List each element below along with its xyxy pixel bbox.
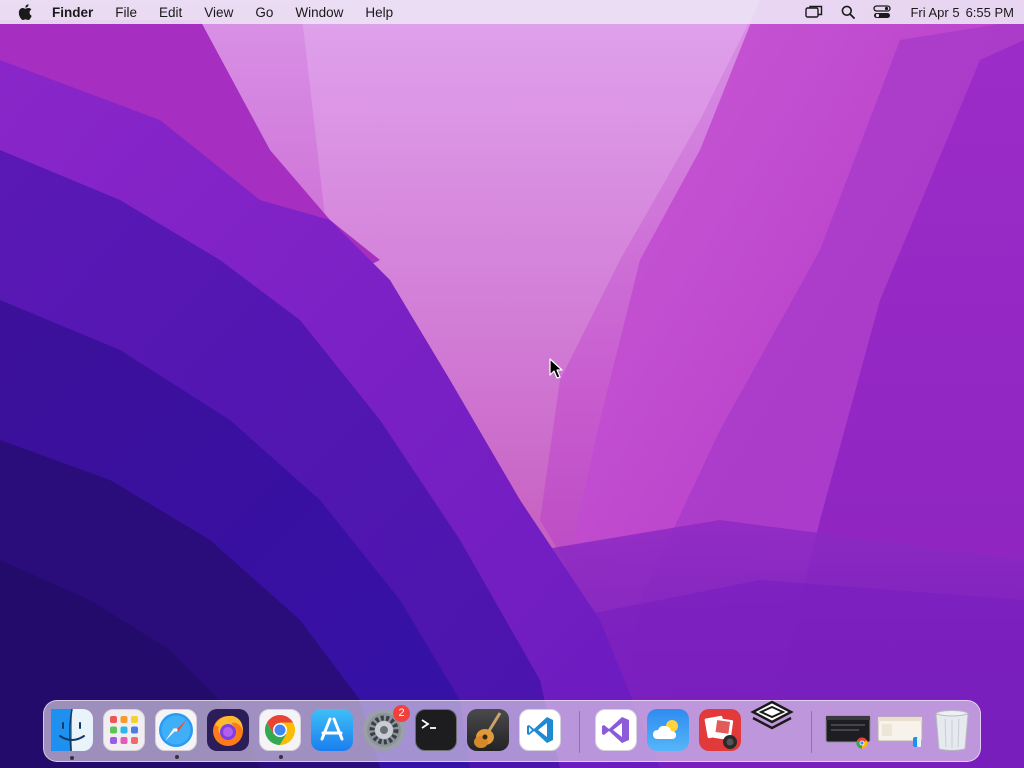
visual-studio-icon: [602, 717, 629, 743]
menu-app-finder[interactable]: Finder: [52, 5, 93, 20]
dock-launchpad[interactable]: [103, 709, 145, 751]
safari-icon: [159, 713, 193, 747]
menu-help[interactable]: Help: [365, 5, 393, 20]
dock-chrome[interactable]: [259, 709, 301, 759]
weather-icon: [653, 720, 678, 739]
menu-view[interactable]: View: [204, 5, 233, 20]
photo-booth-icon: [704, 715, 737, 749]
control-center-icon[interactable]: [872, 4, 892, 20]
notification-badge: 2: [393, 705, 410, 722]
dock-terminal[interactable]: [415, 709, 457, 751]
trash-icon: [935, 710, 969, 751]
running-indicator: [175, 755, 179, 759]
running-indicator: [279, 755, 283, 759]
chrome-icon: [264, 715, 296, 745]
dock: 2: [43, 700, 981, 762]
desktop[interactable]: Finder File Edit View Go Window Help Fri…: [0, 0, 1024, 768]
apple-menu-icon[interactable]: [18, 3, 34, 21]
running-indicator: [70, 756, 74, 760]
screen-mirroring-icon[interactable]: [804, 4, 824, 20]
finder-icon: [51, 709, 85, 751]
menu-go[interactable]: Go: [255, 5, 273, 20]
firefox-icon: [213, 715, 243, 746]
mouse-cursor-icon: [549, 358, 563, 379]
dock-vscode[interactable]: [519, 709, 561, 751]
launchpad-icon: [110, 716, 138, 744]
dock-trash[interactable]: [931, 709, 973, 751]
menu-bar-extras: Fri Apr 5 6:55 PM: [790, 4, 1014, 20]
chrome-window-thumbnail-icon: [825, 715, 871, 749]
dock-app-store[interactable]: [311, 709, 353, 751]
desktop-wallpaper: [0, 0, 1024, 768]
dock-system-settings[interactable]: 2: [363, 705, 410, 751]
dock-recent-chrome-window[interactable]: [825, 709, 871, 751]
terminal-icon: [421, 719, 436, 729]
menu-file[interactable]: File: [115, 5, 137, 20]
dock-weather[interactable]: [647, 709, 689, 751]
dock-finder[interactable]: [51, 709, 93, 760]
menu-edit[interactable]: Edit: [159, 5, 182, 20]
app-store-icon: [320, 717, 344, 741]
clock-date: Fri Apr 5: [910, 4, 960, 20]
dock-divider: [579, 711, 580, 753]
vscode-icon: [527, 717, 553, 743]
dock-divider: [811, 711, 812, 753]
garageband-icon: [474, 712, 502, 748]
menu-bar-clock[interactable]: Fri Apr 5 6:55 PM: [910, 5, 1014, 20]
dock-garageband[interactable]: [467, 709, 509, 751]
finder-window-thumbnail-icon: [877, 716, 923, 747]
menu-bar: Finder File Edit View Go Window Help Fri…: [0, 0, 1024, 24]
menu-window[interactable]: Window: [295, 5, 343, 20]
dock-recent-finder-window[interactable]: [877, 709, 923, 751]
dock-photo-booth[interactable]: [699, 709, 741, 751]
dock-visual-studio[interactable]: [595, 709, 637, 751]
layers-icon: [750, 700, 794, 730]
dock-firefox[interactable]: [207, 709, 249, 751]
dock-layers-app[interactable]: [749, 695, 795, 741]
spotlight-search-icon[interactable]: [838, 4, 858, 20]
dock-safari[interactable]: [155, 709, 197, 759]
clock-time: 6:55 PM: [965, 4, 1014, 20]
